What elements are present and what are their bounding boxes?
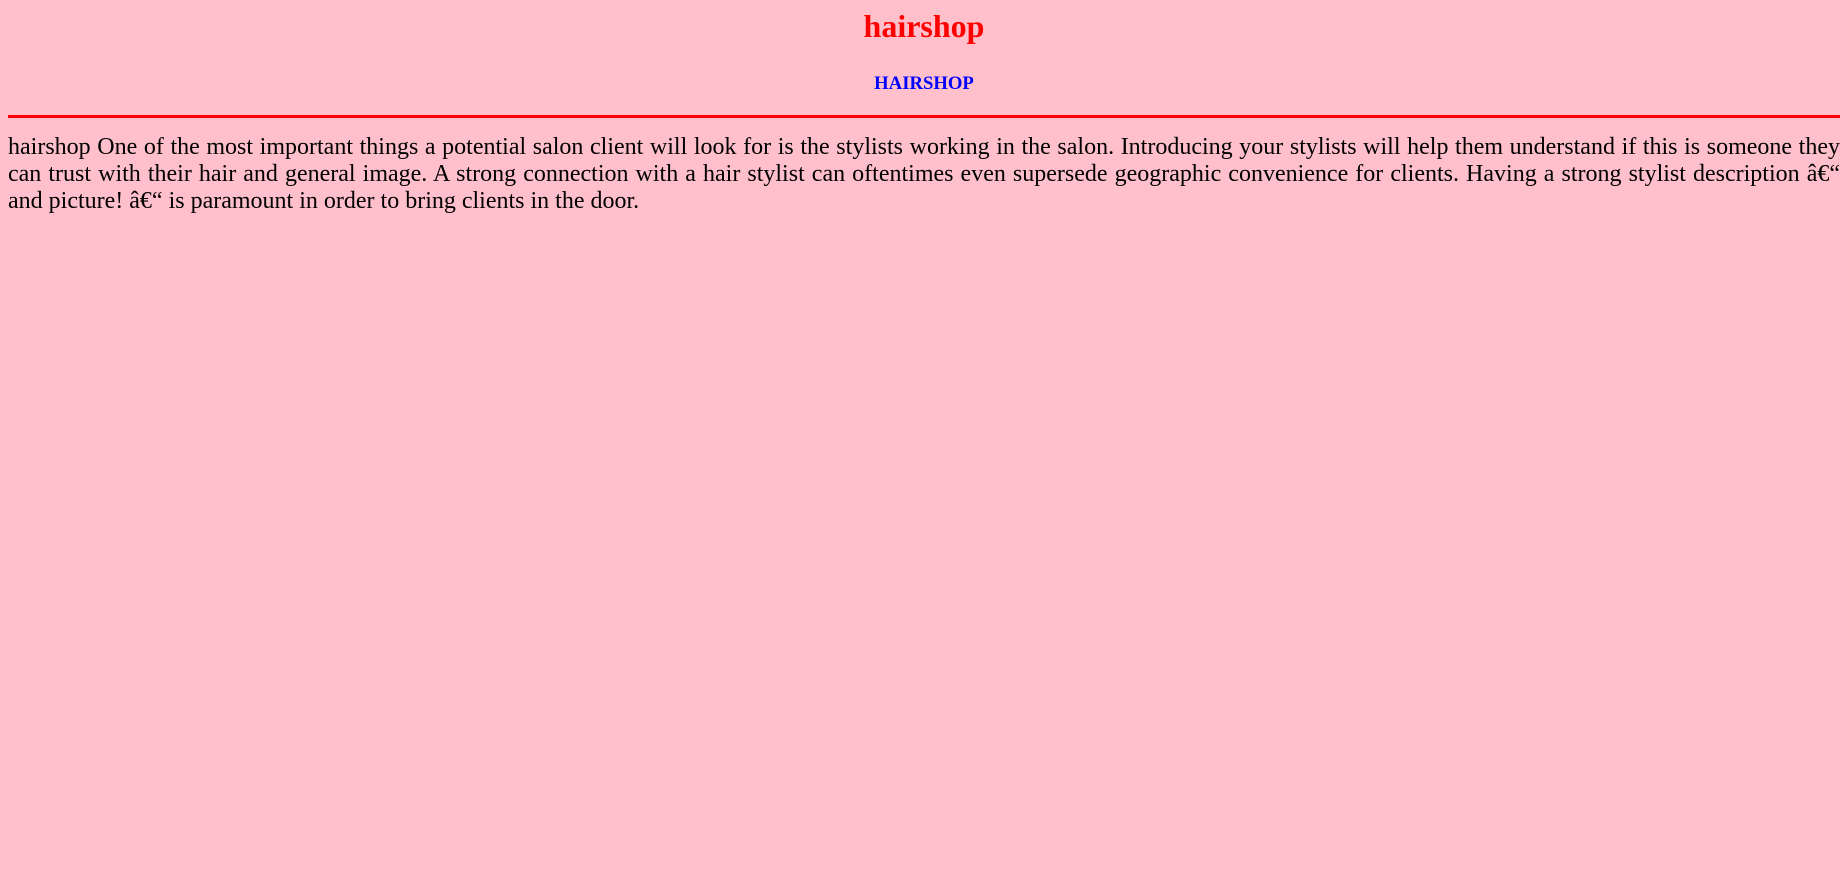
divider bbox=[8, 115, 1840, 118]
body-paragraph: hairshop One of the most important thing… bbox=[8, 134, 1840, 214]
page-title: hairshop bbox=[863, 8, 985, 44]
page: hairshop HAIRSHOP hairshop One of the mo… bbox=[0, 0, 1848, 215]
page-subtitle: HAIRSHOP bbox=[874, 73, 974, 94]
